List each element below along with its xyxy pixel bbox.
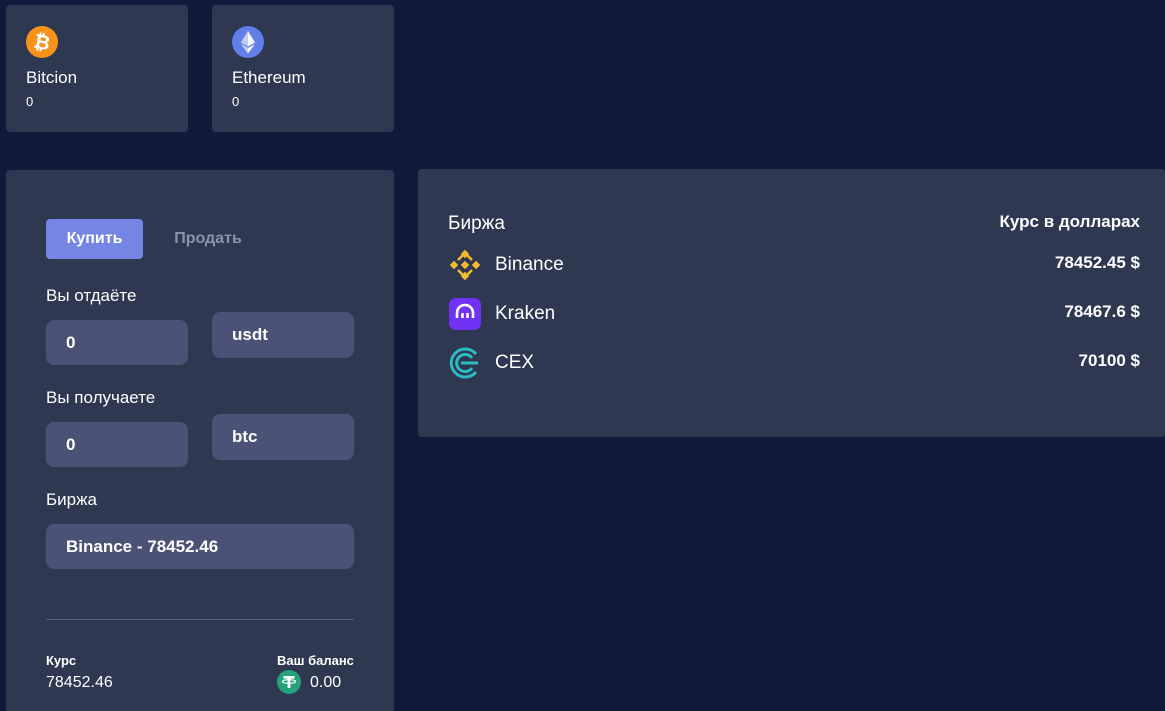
bitcoin-balance-card[interactable]: ₿ Bitcion 0	[6, 5, 188, 132]
tab-buy[interactable]: Купить	[46, 219, 143, 259]
coin-name: Bitcion	[26, 68, 78, 87]
tab-sell[interactable]: Продать	[156, 219, 260, 259]
exchange-name: Kraken	[495, 303, 556, 324]
exchange-rate: 78467.6 $	[1064, 302, 1140, 321]
rate-column-header: Курс в долларах	[999, 212, 1140, 231]
exchange-label: Биржа	[46, 490, 97, 509]
exchange-row-cex[interactable]: CEX 70100 $	[418, 346, 1165, 380]
give-label: Вы отдаёте	[46, 286, 137, 305]
ethereum-icon	[232, 26, 264, 58]
receive-label: Вы получаете	[46, 388, 156, 407]
exchange-name: Binance	[495, 254, 564, 275]
divider	[46, 619, 354, 620]
ethereum-balance-card[interactable]: Ethereum 0	[212, 5, 394, 132]
give-currency-select[interactable]: usdt	[212, 312, 354, 358]
cex-icon	[448, 346, 482, 380]
exchange-rate: 70100 $	[1078, 351, 1140, 370]
balance-value: 0.00	[310, 674, 342, 691]
exchange-select[interactable]: Binance - 78452.46	[46, 524, 354, 569]
exchange-row-kraken[interactable]: Kraken 78467.6 $	[418, 297, 1165, 331]
exchange-column-header: Биржа	[448, 213, 505, 234]
exchange-row-binance[interactable]: Binance 78452.45 $	[418, 248, 1165, 282]
rate-value: 78452.46	[46, 674, 113, 691]
coin-name: Ethereum	[232, 68, 306, 87]
exchange-name: CEX	[495, 352, 535, 373]
binance-icon	[448, 248, 482, 282]
page: ₿ Bitcion 0 Ethereum 0 Купить Продать Вы…	[0, 0, 1165, 711]
svg-text:₿: ₿	[32, 29, 53, 56]
coin-amount: 0	[26, 94, 34, 109]
give-amount-input[interactable]: 0	[46, 320, 188, 365]
exchange-rates-panel: Биржа Курс в долларах Binance 78452.45 $…	[418, 169, 1165, 437]
balance-label: Ваш баланс	[277, 653, 354, 668]
trade-panel: Купить Продать Вы отдаёте 0 usdt Вы полу…	[6, 170, 394, 711]
tether-icon	[277, 670, 301, 694]
kraken-icon	[448, 297, 482, 331]
exchange-rate: 78452.45 $	[1054, 253, 1140, 272]
bitcoin-icon: ₿	[26, 26, 58, 58]
coin-amount: 0	[232, 94, 240, 109]
receive-currency-select[interactable]: btc	[212, 414, 354, 460]
rate-label: Курс	[46, 653, 77, 668]
receive-amount-input[interactable]: 0	[46, 422, 188, 467]
